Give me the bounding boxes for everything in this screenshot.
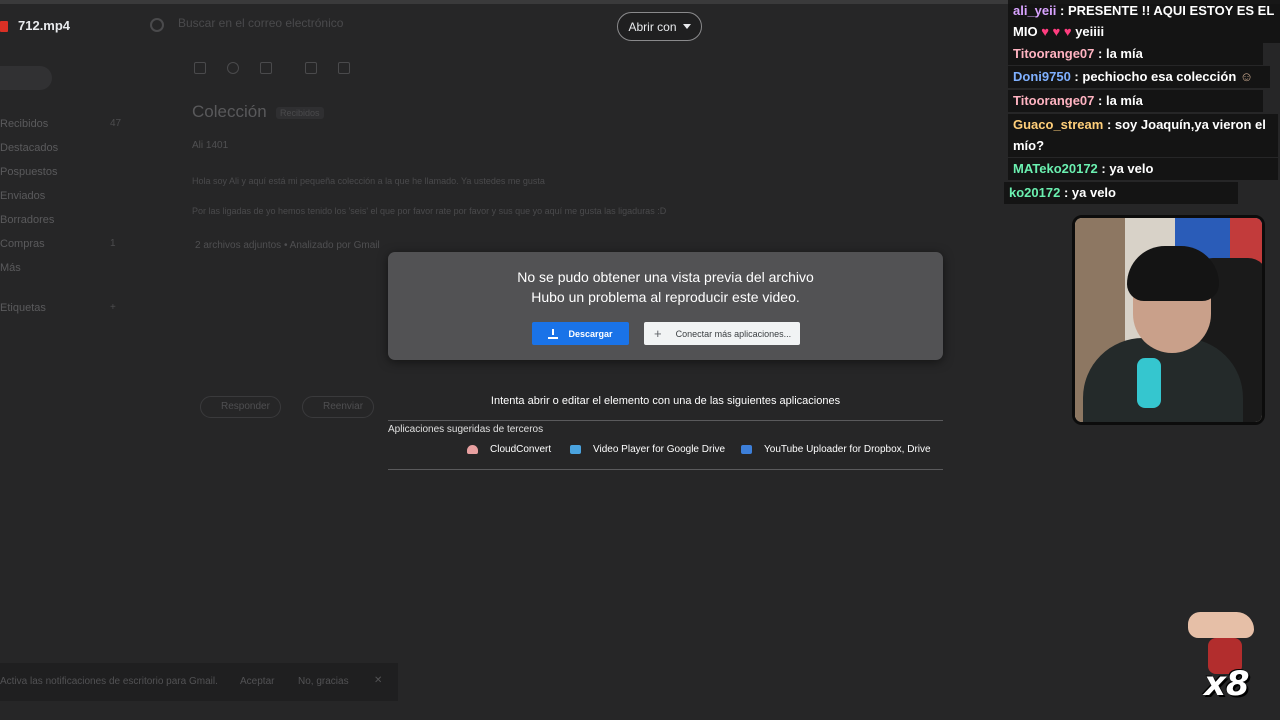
forward-button: Reenviar bbox=[302, 396, 375, 418]
preview-error-message: Hubo un problema al reproducir este vide… bbox=[531, 289, 800, 305]
download-button[interactable]: Descargar bbox=[532, 322, 629, 345]
mail-label-tag: Recibidos bbox=[276, 107, 324, 119]
mail-body-line: Hola soy Ali y aquí está mi pequeña cole… bbox=[192, 176, 545, 186]
chat-message: Doni9750 : pechiocho esa colección ☺ bbox=[1008, 66, 1270, 88]
cloud-icon bbox=[467, 445, 478, 454]
chat-message: Titoorange07 : la mía bbox=[1008, 90, 1263, 112]
back-icon bbox=[194, 62, 206, 74]
app-name: YouTube Uploader for Dropbox, Drive bbox=[764, 444, 931, 455]
open-with-label: Abrir con bbox=[628, 19, 677, 34]
plus-icon: + bbox=[654, 326, 662, 341]
open-with-button[interactable]: Abrir con bbox=[617, 12, 702, 41]
file-name: 712.mp4 bbox=[18, 18, 71, 33]
sidebar-item-starred: Destacados bbox=[0, 142, 59, 154]
chat-message: ko20172 : ya velo bbox=[1004, 182, 1238, 204]
mail-sender: Ali 1401 bbox=[192, 140, 229, 151]
chevron-down-icon bbox=[682, 24, 691, 29]
sidebar-item-inbox: Recibidos bbox=[0, 118, 49, 130]
video-file-icon bbox=[0, 21, 8, 32]
divider bbox=[388, 420, 943, 421]
chat-message: ali_yeii : PRESENTE !! AQUI ESTOY ES EL … bbox=[1008, 0, 1280, 43]
chat-username: Titoorange07 bbox=[1013, 46, 1095, 61]
app-youtube-uploader[interactable]: YouTube Uploader for Dropbox, Drive bbox=[741, 444, 931, 455]
folder-icon bbox=[338, 62, 350, 74]
app-cloudconvert[interactable]: CloudConvert bbox=[467, 444, 551, 455]
sidebar-item-more: Más bbox=[0, 262, 21, 274]
mail-body-line: Por las ligadas de yo hemos tenido los '… bbox=[192, 206, 667, 216]
chat-username: Guaco_stream bbox=[1013, 117, 1104, 132]
reply-button: Responder bbox=[200, 396, 281, 418]
snackbar-text: Activa las notificaciones de escritorio … bbox=[0, 676, 218, 687]
chat-text: ya velo bbox=[1071, 185, 1116, 200]
divider bbox=[388, 469, 943, 470]
mail-icon bbox=[305, 62, 317, 74]
close-icon: ✕ bbox=[374, 675, 383, 686]
chat-text: la mía bbox=[1105, 93, 1143, 108]
video-player-icon bbox=[570, 445, 581, 454]
microphone-icon bbox=[1137, 358, 1161, 408]
try-open-text: Intenta abrir o editar el elemento con u… bbox=[490, 395, 841, 407]
attachments-label: 2 archivos adjuntos • Analizado por Gmai… bbox=[195, 240, 380, 251]
sidebar-count: 47 bbox=[110, 118, 122, 129]
chat-message: Guaco_stream : soy Joaquín,ya vieron el … bbox=[1008, 114, 1278, 157]
sidebar-labels-heading: Etiquetas bbox=[0, 302, 46, 314]
sidebar-count: 1 bbox=[110, 238, 116, 249]
chat-username: MATeko20172 bbox=[1013, 161, 1098, 176]
sidebar-count: + bbox=[110, 302, 116, 313]
compose-pill bbox=[0, 66, 52, 90]
chat-message: MATeko20172 : ya velo bbox=[1008, 158, 1278, 180]
chat-username: ali_yeii bbox=[1013, 3, 1057, 18]
chat-text: pechiocho esa colección bbox=[1082, 69, 1237, 84]
heart-icon: ♥ ♥ ♥ bbox=[1041, 24, 1072, 39]
search-input: Buscar en el correo electrónico bbox=[178, 16, 344, 30]
notification-snackbar: Activa las notificaciones de escritorio … bbox=[0, 663, 398, 701]
connect-apps-button[interactable]: + Conectar más aplicaciones... bbox=[644, 322, 800, 345]
download-icon bbox=[548, 328, 559, 339]
snackbar-dismiss: No, gracias bbox=[298, 676, 349, 687]
search-icon bbox=[150, 18, 164, 32]
app-video-player[interactable]: Video Player for Google Drive bbox=[570, 444, 725, 455]
app-name: Video Player for Google Drive bbox=[593, 444, 726, 455]
app-name: CloudConvert bbox=[490, 444, 552, 455]
preview-error-title: No se pudo obtener una vista previa del … bbox=[517, 269, 814, 285]
sidebar-item-drafts: Borradores bbox=[0, 214, 55, 226]
chat-username: Titoorange07 bbox=[1013, 93, 1095, 108]
chat-message: Titoorange07 : la mía bbox=[1008, 43, 1263, 65]
chat-text-trail: yeiiii bbox=[1075, 24, 1105, 39]
sidebar-item-sent: Enviados bbox=[0, 190, 46, 202]
upload-icon bbox=[741, 445, 752, 454]
emote-multiplier: x8 bbox=[1204, 664, 1250, 704]
trash-icon bbox=[260, 62, 272, 74]
emote-overlay: x8 bbox=[1188, 612, 1258, 707]
clock-icon bbox=[227, 62, 239, 74]
third-party-apps-label: Aplicaciones sugeridas de terceros bbox=[388, 424, 544, 435]
connect-apps-label: Conectar más aplicaciones... bbox=[675, 328, 792, 339]
chat-text: la mía bbox=[1105, 46, 1143, 61]
emote-icon: ☺ bbox=[1239, 69, 1254, 84]
sidebar-item-snoozed: Pospuestos bbox=[0, 166, 58, 178]
chat-username: Doni9750 bbox=[1013, 69, 1071, 84]
webcam-feed bbox=[1072, 215, 1265, 425]
mail-subject: Colección bbox=[192, 102, 267, 121]
snackbar-accept: Aceptar bbox=[240, 676, 275, 687]
chat-text: ya velo bbox=[1109, 161, 1154, 176]
download-label: Descargar bbox=[568, 328, 613, 339]
sidebar-item-purchases: Compras bbox=[0, 238, 45, 250]
chat-username: ko20172 bbox=[1009, 185, 1061, 200]
preview-error-card: No se pudo obtener una vista previa del … bbox=[388, 252, 943, 360]
